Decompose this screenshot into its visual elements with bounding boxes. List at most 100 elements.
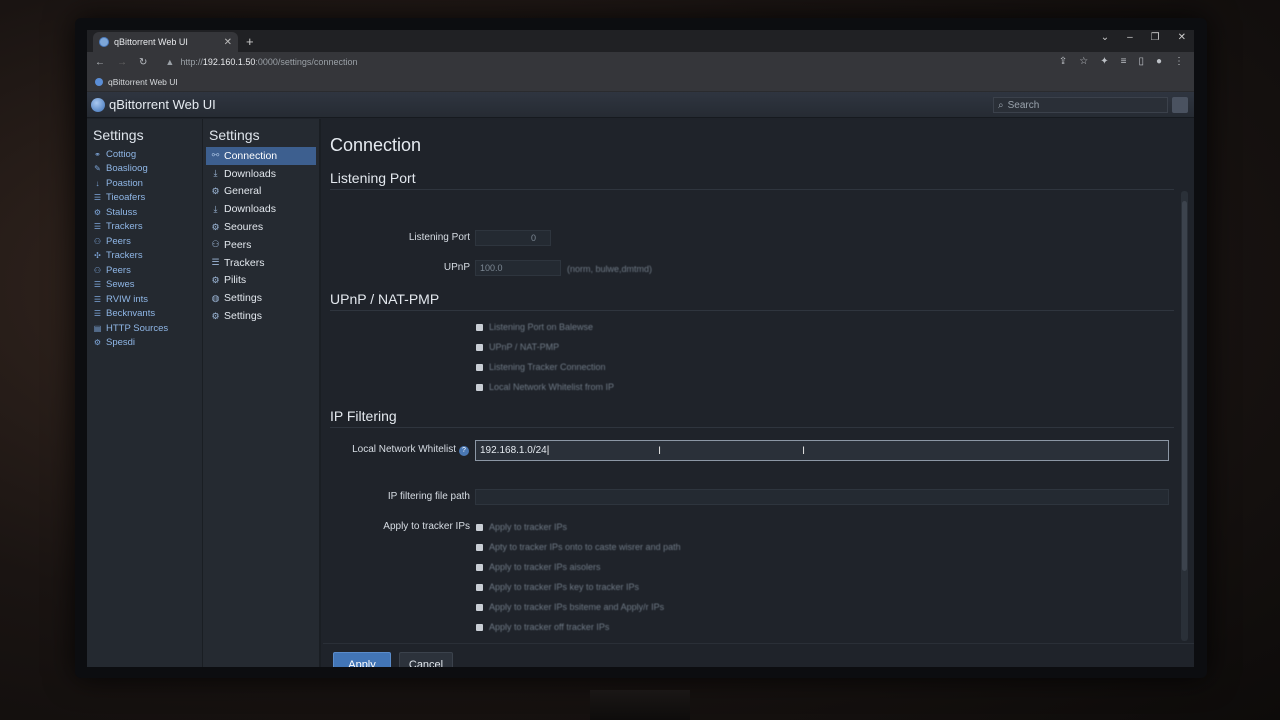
- gear-icon: ⚙: [211, 310, 220, 321]
- gear-icon: ⚙: [93, 207, 102, 217]
- settings-nav-item[interactable]: ⤓ Downloads: [206, 165, 316, 183]
- sidebar-item[interactable]: ☰ RVIW ints: [93, 292, 202, 307]
- settings-nav-item-label: Downloads: [224, 203, 276, 216]
- bookmark-favicon-icon: [95, 77, 103, 86]
- settings-nav-item-label: Downloads: [224, 167, 276, 180]
- general-icon: ⚙: [211, 185, 220, 196]
- ip-filter-path-input[interactable]: [475, 489, 1169, 505]
- settings-nav-item[interactable]: ⤓ Downloads: [206, 200, 316, 218]
- upnp-option-checkbox[interactable]: Listening Tracker Connection: [476, 362, 606, 372]
- app-header: qBittorrent Web UI ⌕ Search: [87, 92, 1194, 118]
- tracker-option-checkbox[interactable]: Apply to tracker IPs bsiteme and Apply/r…: [476, 602, 664, 612]
- sidebar-item[interactable]: ☰ Sewes: [93, 278, 202, 293]
- url-scheme: http://: [180, 57, 203, 67]
- settings-nav-item[interactable]: ⚙ Seoures: [206, 218, 316, 236]
- list-icon: ☰: [93, 294, 102, 304]
- settings-nav-item[interactable]: ⚙ Pilits: [206, 272, 316, 290]
- forward-icon[interactable]: →: [117, 57, 127, 68]
- sidebar-list: ⚭ Cottiog ✎ Boaslioog ↓ Poastion ☰ Tieoafers ⚙ St…: [87, 147, 202, 350]
- new-tab-button[interactable]: +: [246, 32, 254, 52]
- upnp-option-checkbox[interactable]: UPnP / NAT-PMP: [476, 342, 559, 352]
- sidebar-item[interactable]: ☰ Trackers: [93, 220, 202, 235]
- list-icon: ☰: [93, 222, 102, 232]
- monitor-stand: [590, 690, 690, 720]
- sidebar-item[interactable]: ⚙ Spesdi: [93, 336, 202, 351]
- sidebar-item[interactable]: ⚇ Peers: [93, 263, 202, 278]
- settings-nav-item[interactable]: ⚯ Connection: [206, 147, 316, 165]
- minimize-icon[interactable]: –: [1127, 32, 1133, 43]
- list-icon: ☰: [93, 193, 102, 203]
- settings-nav-item[interactable]: ⚙ General: [206, 183, 316, 201]
- profile-icon[interactable]: ●: [1156, 56, 1162, 67]
- menu-icon[interactable]: ⋮: [1174, 56, 1184, 67]
- apply-button[interactable]: Apply: [333, 652, 391, 667]
- tracker-option-checkbox[interactable]: Apply to tracker IPs: [476, 522, 567, 532]
- help-icon[interactable]: ?: [459, 446, 469, 456]
- link-icon: ⚭: [94, 149, 101, 159]
- upnp-option-label: Listening Port on Balewse: [489, 322, 594, 332]
- reload-icon[interactable]: ↻: [139, 57, 147, 68]
- back-icon[interactable]: ←: [95, 57, 105, 68]
- local-network-whitelist-input[interactable]: 192.168.1.0/24 |: [475, 440, 1169, 461]
- tracker-option-label: Apply to tracker off tracker IPs: [489, 622, 610, 632]
- restore-icon[interactable]: ❐: [1151, 32, 1160, 43]
- settings-scrollbar[interactable]: [1181, 191, 1188, 641]
- sidebar-item[interactable]: ▤ HTTP Sources: [93, 321, 202, 336]
- gear-icon: ⚙: [211, 274, 220, 285]
- extensions-icon[interactable]: ✦: [1100, 56, 1108, 67]
- upnp-value: 100.0: [480, 263, 503, 273]
- site-info-icon[interactable]: ▲: [165, 57, 174, 67]
- share-icon[interactable]: ⇪: [1059, 56, 1067, 67]
- tracker-option-checkbox[interactable]: Apty to tracker IPs onto to caste wisrer…: [476, 542, 681, 552]
- search-input[interactable]: ⌕ Search: [993, 97, 1168, 113]
- browser-toolbar: ⇪ ☆ ✦ ≡ ▯ ● ⋮: [1059, 56, 1184, 67]
- sidebar-item[interactable]: ☰ Tieoafers: [93, 191, 202, 206]
- page-title: Connection: [330, 135, 422, 155]
- list-icon: ☰: [93, 309, 102, 319]
- address-bar[interactable]: ▲ http://192.160.1.50:0000/settings/conn…: [165, 57, 357, 67]
- section-divider: [330, 427, 1174, 428]
- reading-list-icon[interactable]: ≡: [1121, 56, 1127, 67]
- tracker-option-checkbox[interactable]: Apply to tracker IPs key to tracker IPs: [476, 582, 639, 592]
- sidebar-item[interactable]: ⚇ Peers: [93, 234, 202, 249]
- sidebar-item-label: Trackers: [106, 221, 143, 233]
- tab-search-icon[interactable]: ⌄: [1101, 32, 1109, 43]
- tracker-option-checkbox[interactable]: Apply to tracker off tracker IPs: [476, 622, 609, 632]
- bookmark-item[interactable]: qBittorrent Web UI: [108, 77, 178, 87]
- qbittorrent-logo-icon: [91, 97, 105, 112]
- settings-nav-item[interactable]: ⚙ Settings: [206, 307, 316, 325]
- section-divider: [330, 189, 1174, 190]
- cancel-button[interactable]: Cancel: [399, 652, 453, 667]
- side-panel-icon[interactable]: ▯: [1138, 56, 1144, 67]
- close-window-icon[interactable]: ✕: [1178, 32, 1186, 43]
- sidebar-item[interactable]: ⚭ Cottiog: [93, 147, 202, 162]
- left-sidebar: Settings ⚭ Cottiog ✎ Boaslioog ↓ Poastion ☰ Tie…: [87, 119, 203, 667]
- upnp-input[interactable]: 100.0: [475, 260, 561, 276]
- connection-icon: ⚯: [211, 150, 220, 161]
- sidebar-item[interactable]: ↓ Poastion: [93, 176, 202, 191]
- listening-port-input[interactable]: 0: [475, 230, 551, 246]
- sidebar-item[interactable]: ☰ Becknvants: [93, 307, 202, 322]
- scrollbar-thumb[interactable]: [1182, 201, 1187, 571]
- sidebar-item-label: Boaslioog: [106, 163, 148, 175]
- tracker-option-checkbox[interactable]: Apply to tracker IPs aisolers: [476, 562, 601, 572]
- tracker-option-label: Apply to tracker IPs aisolers: [489, 562, 601, 572]
- sidebar-item[interactable]: ✣ Trackers: [93, 249, 202, 264]
- sidebar-item[interactable]: ✎ Boaslioog: [93, 162, 202, 177]
- user-menu-button[interactable]: [1172, 97, 1188, 113]
- close-tab-icon[interactable]: ✕: [224, 37, 232, 48]
- settings-nav-item[interactable]: ☰ Trackers: [206, 254, 316, 272]
- settings-nav-item[interactable]: ◍ Settings: [206, 289, 316, 307]
- upnp-option-checkbox[interactable]: Local Network Whitelist from IP: [476, 382, 614, 392]
- sidebar-item-label: RVIW ints: [106, 293, 149, 305]
- bookmark-star-icon[interactable]: ☆: [1079, 56, 1088, 67]
- settings-nav-item[interactable]: ⚇ Peers: [206, 236, 316, 254]
- tracker-icon: ✣: [94, 251, 101, 261]
- sidebar-item[interactable]: ⚙ Staluss: [93, 205, 202, 220]
- upnp-option-checkbox[interactable]: Listening Port on Balewse: [476, 322, 593, 332]
- browser-tab[interactable]: qBittorrent Web UI ✕: [93, 32, 238, 52]
- peers-icon: ⚇: [93, 265, 102, 275]
- sidebar-item-label: Spesdi: [106, 337, 136, 349]
- bookmarks-bar: qBittorrent Web UI: [87, 72, 1194, 92]
- settings-nav-item-label: Connection: [224, 149, 278, 162]
